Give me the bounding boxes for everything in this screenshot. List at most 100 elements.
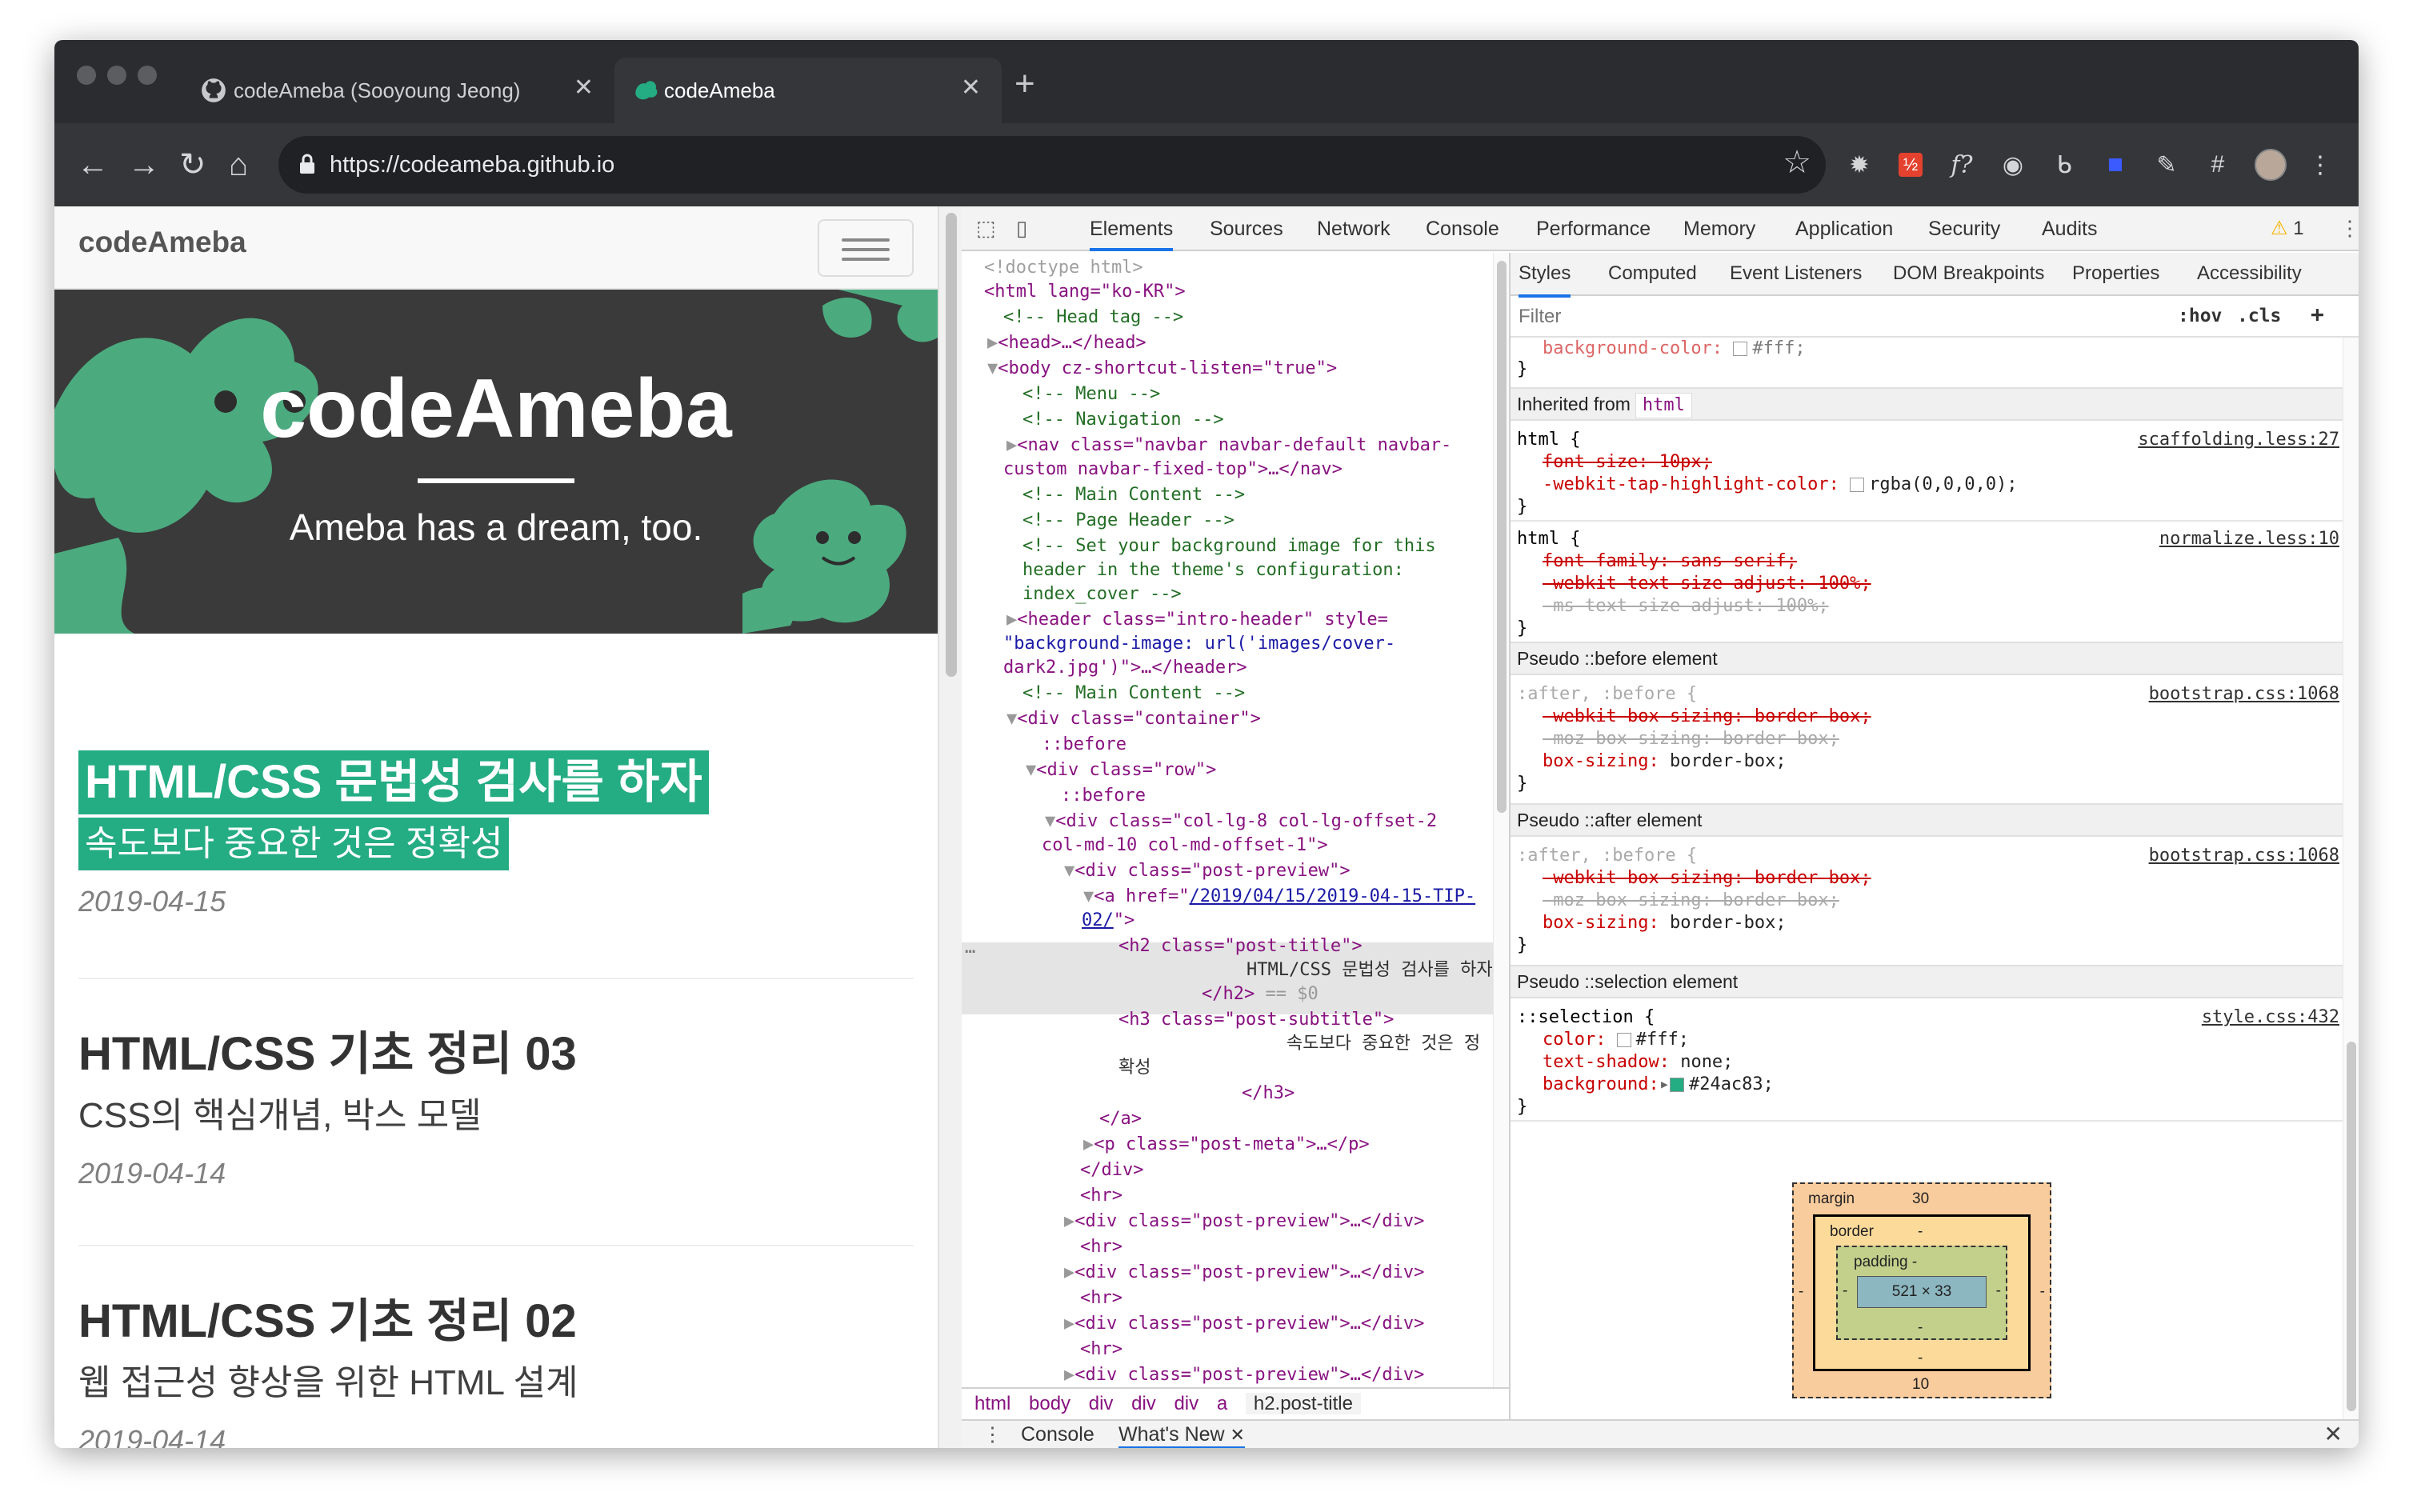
square-extension-icon[interactable] bbox=[2098, 146, 2133, 184]
source-text[interactable]: scaffolding.less:27 bbox=[2138, 430, 2339, 450]
post-subtitle[interactable]: 속도보다 중요한 것은 정확성 bbox=[78, 818, 510, 870]
menu-kebab-icon[interactable]: ⋮ bbox=[2303, 146, 2338, 184]
drawer-menu-icon[interactable]: ⋮ bbox=[982, 1421, 1002, 1448]
collapse-triangle-icon[interactable]: ▼ bbox=[1006, 709, 1017, 729]
rule-selector[interactable]: html { bbox=[1517, 429, 1580, 451]
padding-right-value[interactable]: - bbox=[1996, 1282, 2001, 1300]
home-icon[interactable]: ⌂ bbox=[229, 144, 248, 186]
avatar[interactable] bbox=[2253, 146, 2288, 184]
browser-tab-codeameba[interactable]: codeAmeba ✕ bbox=[614, 58, 1002, 123]
close-window-dot[interactable] bbox=[77, 66, 96, 85]
pseudo-before-node[interactable]: ::before bbox=[1061, 784, 1146, 808]
reload-icon[interactable]: ↻ bbox=[179, 144, 206, 186]
close-tab-icon[interactable]: ✕ bbox=[1231, 1425, 1245, 1445]
inspect-element-icon[interactable]: ⬚ bbox=[976, 216, 996, 241]
hamburger-menu-button[interactable] bbox=[818, 219, 914, 277]
tab-styles[interactable]: Styles bbox=[1519, 253, 1571, 298]
inherited-tag[interactable]: html bbox=[1635, 393, 1692, 418]
collapse-triangle-icon[interactable]: ▼ bbox=[1064, 861, 1074, 881]
post-preview[interactable]: HTML/CSS 기초 정리 02 웹 접근성 향상을 위한 HTML 설계 2… bbox=[78, 1290, 918, 1448]
close-tab-icon[interactable]: ✕ bbox=[961, 74, 981, 102]
style-property[interactable]: -moz-box-sizing: border-box; bbox=[1543, 728, 1839, 750]
warning-badge[interactable]: ⚠ 1 bbox=[2271, 206, 2304, 251]
href-link[interactable]: /2019/04/15/2019-04-15-TIP- bbox=[1189, 886, 1475, 906]
source-text[interactable]: style.css:432 bbox=[2202, 1007, 2339, 1027]
margin-right-value[interactable]: - bbox=[2040, 1283, 2045, 1301]
rule-selector[interactable]: :after, :before { bbox=[1517, 845, 1697, 867]
style-property[interactable]: box-sizing: border-box; bbox=[1543, 750, 1787, 773]
rule-selector[interactable]: html { bbox=[1517, 528, 1580, 550]
style-property[interactable]: color: #fff; bbox=[1543, 1029, 1689, 1051]
function-extension-icon[interactable]: f? bbox=[1944, 146, 1979, 184]
padding-bottom-value[interactable]: - bbox=[1918, 1319, 1923, 1337]
anchor-node[interactable]: ▼<a href="/2019/04/15/2019-04-15-TIP- bbox=[1083, 885, 1475, 909]
color-swatch[interactable] bbox=[1616, 1033, 1631, 1047]
tab-application[interactable]: Application bbox=[1795, 206, 1893, 251]
box-model-border[interactable]: border - - padding - - - - 521 × 33 bbox=[1813, 1214, 2031, 1371]
expand-triangle-icon[interactable]: ▸ bbox=[1659, 1074, 1670, 1094]
tab-event-listeners[interactable]: Event Listeners bbox=[1730, 253, 1862, 294]
pen-extension-icon[interactable]: ✎ bbox=[2149, 146, 2184, 184]
col-node[interactable]: ▼<div class="col-lg-8 col-lg-offset-2 bbox=[1045, 810, 1437, 834]
close-tab-icon[interactable]: ✕ bbox=[574, 74, 594, 102]
scrollbar-thumb[interactable] bbox=[2347, 1042, 2356, 1411]
elements-scrollbar[interactable] bbox=[1493, 253, 1509, 1387]
tab-accessibility[interactable]: Accessibility bbox=[2197, 253, 2302, 294]
collapse-triangle-icon[interactable]: ▼ bbox=[1026, 760, 1036, 780]
style-property[interactable]: text-shadow: none; bbox=[1543, 1051, 1733, 1074]
style-property[interactable]: -webkit-tap-highlight-color: rgba(0,0,0,… bbox=[1543, 474, 2018, 496]
rule-source-link[interactable]: bootstrap.css:1068 bbox=[2149, 845, 2339, 867]
new-style-rule-button[interactable]: + bbox=[2311, 301, 2324, 327]
post-preview-node[interactable]: ▶<div class="post-preview">…</div> bbox=[1064, 1210, 1424, 1234]
expand-triangle-icon[interactable]: ▶ bbox=[1083, 1134, 1094, 1154]
post-preview-node[interactable]: ▶<div class="post-preview">…</div> bbox=[1064, 1312, 1424, 1336]
tab-console[interactable]: Console bbox=[1426, 206, 1499, 251]
drawer-tab-whats-new[interactable]: What's New ✕ bbox=[1118, 1421, 1245, 1448]
rule-selector[interactable]: :after, :before { bbox=[1517, 683, 1697, 706]
expand-triangle-icon[interactable]: ▶ bbox=[1006, 435, 1017, 455]
address-bar[interactable]: https://codeameba.github.io ☆ bbox=[278, 136, 1826, 194]
hr-node[interactable]: <hr> bbox=[1080, 1338, 1122, 1362]
breadcrumb-a[interactable]: a bbox=[1217, 1393, 1227, 1414]
breadcrumb-current[interactable]: h2.post-title bbox=[1245, 1393, 1361, 1414]
header-node[interactable]: ▶<header class="intro-header" style= bbox=[1006, 608, 1388, 632]
post-preview-node[interactable]: ▶<div class="post-preview">…</div> bbox=[1064, 1261, 1424, 1285]
margin-top-value[interactable]: 30 bbox=[1912, 1190, 1929, 1208]
expand-triangle-icon[interactable]: ▶ bbox=[987, 333, 998, 353]
post-subtitle[interactable]: CSS의 핵심개념, 박스 모델 bbox=[78, 1090, 482, 1142]
rule-source-link[interactable]: normalize.less:10 bbox=[2159, 528, 2339, 550]
expand-triangle-icon[interactable]: ▶ bbox=[1064, 1314, 1074, 1334]
border-bottom-value[interactable]: - bbox=[1918, 1350, 1923, 1367]
collapse-triangle-icon[interactable]: ▼ bbox=[987, 358, 998, 378]
style-property[interactable]: font-family: sans-serif; bbox=[1543, 550, 1797, 573]
style-property[interactable]: background:▸ #24ac83; bbox=[1543, 1074, 1774, 1096]
breadcrumb-div[interactable]: div bbox=[1089, 1393, 1114, 1414]
tab-performance[interactable]: Performance bbox=[1536, 206, 1651, 251]
style-property[interactable]: -webkit-box-sizing: border-box; bbox=[1543, 867, 1871, 890]
breadcrumb-body[interactable]: body bbox=[1029, 1393, 1070, 1414]
pseudo-before-node[interactable]: ::before bbox=[1042, 733, 1126, 757]
page-scrollbar[interactable] bbox=[938, 206, 962, 1448]
device-toolbar-icon[interactable]: ▯ bbox=[1016, 216, 1027, 241]
box-model-margin[interactable]: margin 30 10 - - border - - padding - - … bbox=[1792, 1182, 2051, 1398]
rule-source-link[interactable]: style.css:432 bbox=[2202, 1006, 2339, 1029]
tab-computed[interactable]: Computed bbox=[1608, 253, 1697, 294]
row-node[interactable]: ▼<div class="row"> bbox=[1026, 758, 1216, 782]
eye-extension-icon[interactable]: ◉ bbox=[1995, 146, 2031, 184]
style-property[interactable]: -webkit-text-size-adjust: 100%; bbox=[1543, 573, 1871, 595]
comment-node[interactable]: <!-- Main Content --> bbox=[1022, 682, 1245, 706]
color-swatch[interactable] bbox=[1733, 342, 1748, 356]
hr-node[interactable]: <hr> bbox=[1080, 1286, 1122, 1310]
comment-node[interactable]: <!-- Navigation --> bbox=[1022, 408, 1224, 432]
cls-toggle[interactable]: .cls bbox=[2237, 306, 2281, 326]
hov-toggle[interactable]: :hov bbox=[2178, 306, 2222, 326]
box-model-content[interactable]: 521 × 33 bbox=[1857, 1276, 1987, 1308]
close-drawer-icon[interactable]: ✕ bbox=[2324, 1421, 2343, 1448]
browser-tab-github[interactable]: codeAmeba (Sooyoung Jeong) ✕ bbox=[190, 58, 614, 123]
tab-elements[interactable]: Elements bbox=[1090, 206, 1174, 251]
container-node[interactable]: ▼<div class="container"> bbox=[1006, 707, 1261, 731]
post-meta-node[interactable]: ▶<p class="post-meta">…</p> bbox=[1083, 1133, 1370, 1157]
extension-red-icon[interactable]: ½ bbox=[1893, 146, 1928, 184]
devtools-menu-icon[interactable]: ⋮ bbox=[2339, 216, 2359, 241]
styles-scrollbar[interactable] bbox=[2343, 338, 2359, 1419]
